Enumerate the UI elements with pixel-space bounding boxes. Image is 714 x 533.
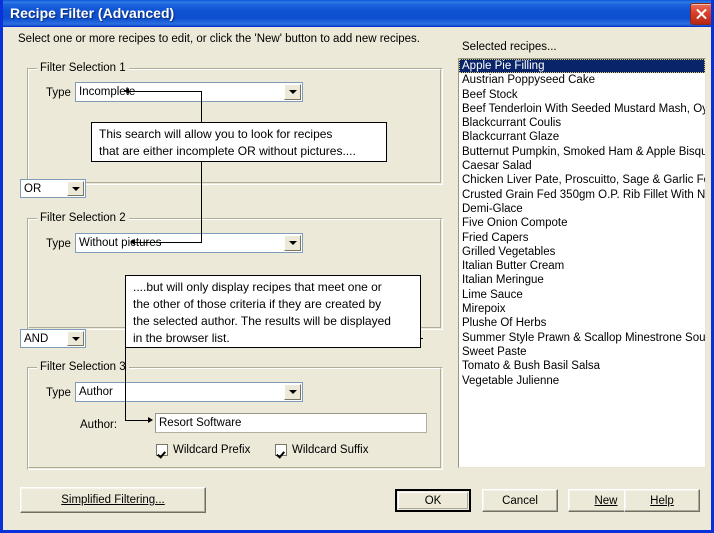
- filter-selection-2-title: Filter Selection 2: [37, 212, 129, 224]
- operator-2-value: AND: [24, 332, 49, 345]
- author-field[interactable]: Resort Software: [155, 413, 427, 433]
- operator-1-combobox[interactable]: OR: [20, 179, 86, 198]
- cancel-button[interactable]: Cancel: [482, 489, 558, 512]
- list-item[interactable]: Chicken Liver Pate, Proscuitto, Sage & G…: [459, 173, 705, 187]
- list-item[interactable]: Five Onion Compote: [459, 216, 705, 230]
- filter-1-type-label: Type: [46, 87, 71, 99]
- list-item[interactable]: Fried Capers: [459, 231, 705, 245]
- callout-1-leader-vertical: [201, 91, 202, 243]
- callout-1-leader-to-filter-2: [135, 242, 202, 243]
- callout-2: ....but will only display recipes that m…: [125, 275, 421, 348]
- operator-2-combobox[interactable]: AND: [20, 329, 86, 348]
- callout-1-arrowhead-1: [124, 88, 129, 94]
- filter-3-type-combobox[interactable]: Author: [75, 382, 303, 402]
- checkbox-icon: [156, 444, 168, 456]
- filter-3-type-value: Author: [79, 386, 113, 398]
- list-item[interactable]: Mirepoix: [459, 302, 705, 316]
- filter-1-type-combobox[interactable]: Incomplete: [75, 82, 303, 102]
- list-item[interactable]: Lime Sauce: [459, 288, 705, 302]
- filter-2-type-value: Without pictures: [79, 237, 162, 249]
- chevron-down-icon[interactable]: [284, 84, 301, 100]
- list-item[interactable]: Tomato & Bush Basil Salsa: [459, 359, 705, 373]
- list-item[interactable]: Grilled Vegetables: [459, 245, 705, 259]
- new-label: New: [594, 494, 618, 507]
- help-label: Help: [650, 494, 674, 507]
- filter-2-type-label: Type: [46, 238, 71, 250]
- chevron-down-icon[interactable]: [67, 331, 84, 346]
- simplified-filtering-button[interactable]: Simplified Filtering...: [20, 487, 206, 513]
- wildcard-prefix-label: Wildcard Prefix: [173, 444, 251, 456]
- callout-2-leader-vertical: [125, 348, 126, 421]
- cancel-label: Cancel: [502, 494, 538, 507]
- help-button[interactable]: Help: [624, 489, 700, 512]
- list-item[interactable]: Vegetable Julienne: [459, 374, 705, 388]
- list-item[interactable]: Caesar Salad: [459, 159, 705, 173]
- filter-2-type-combobox[interactable]: Without pictures: [75, 233, 303, 253]
- list-item[interactable]: Blackcurrant Glaze: [459, 130, 705, 144]
- wildcard-suffix-label: Wildcard Suffix: [292, 444, 369, 456]
- list-item[interactable]: Butternut Pumpkin, Smoked Ham & Apple Bi…: [459, 145, 705, 159]
- list-item[interactable]: Beef Tenderloin With Seeded Mustard Mash…: [459, 102, 705, 116]
- list-item[interactable]: Sweet Paste: [459, 345, 705, 359]
- list-item[interactable]: Italian Meringue: [459, 273, 705, 287]
- callout-1-leader-to-filter-1: [129, 91, 202, 92]
- chevron-down-icon[interactable]: [67, 181, 84, 196]
- list-item[interactable]: Crusted Grain Fed 350gm O.P. Rib Fillet …: [459, 188, 705, 202]
- chevron-down-icon[interactable]: [284, 384, 301, 400]
- wildcard-suffix-checkbox[interactable]: Wildcard Suffix: [275, 444, 368, 456]
- chevron-down-icon[interactable]: [284, 235, 301, 251]
- callout-1: This search will allow you to look for r…: [91, 122, 387, 162]
- list-caption: Selected recipes...: [462, 41, 557, 53]
- title-bar: Recipe Filter (Advanced): [3, 0, 711, 27]
- callout-1-arrowhead-2: [130, 239, 135, 245]
- checkbox-icon: [275, 444, 287, 456]
- list-item[interactable]: Italian Butter Cream: [459, 259, 705, 273]
- filter-3-type-label: Type: [46, 387, 71, 399]
- list-item[interactable]: Beef Stock: [459, 88, 705, 102]
- callout-2-leader-to-author: [125, 420, 149, 421]
- operator-1-value: OR: [24, 182, 42, 195]
- filter-selection-1-title: Filter Selection 1: [37, 62, 129, 74]
- list-item[interactable]: Austrian Poppyseed Cake: [459, 73, 705, 87]
- selected-recipes-listbox[interactable]: Apple Pie Filling Austrian Poppyseed Cake…: [458, 58, 706, 468]
- ok-label: OK: [424, 494, 442, 507]
- list-item[interactable]: Summer Style Prawn & Scallop Minestrone …: [459, 331, 705, 345]
- list-item[interactable]: Plushe Of Herbs: [459, 316, 705, 330]
- window-title: Recipe Filter (Advanced): [10, 5, 175, 21]
- callout-2-arrowhead: [148, 417, 153, 423]
- filter-selection-3-title: Filter Selection 3: [37, 361, 129, 373]
- wildcard-prefix-checkbox[interactable]: Wildcard Prefix: [156, 444, 250, 456]
- ok-button[interactable]: OK: [395, 489, 471, 512]
- recipe-filter-dialog: Recipe Filter (Advanced) Select one or m…: [0, 0, 714, 533]
- list-item[interactable]: Apple Pie Filling: [459, 59, 705, 74]
- close-icon[interactable]: [690, 3, 711, 25]
- list-item[interactable]: Demi-Glace: [459, 202, 705, 216]
- instruction-text: Select one or more recipes to edit, or c…: [18, 33, 420, 45]
- list-item[interactable]: Blackcurrant Coulis: [459, 116, 705, 130]
- simplified-filtering-label: Simplified Filtering...: [61, 494, 165, 506]
- author-label: Author:: [80, 419, 118, 431]
